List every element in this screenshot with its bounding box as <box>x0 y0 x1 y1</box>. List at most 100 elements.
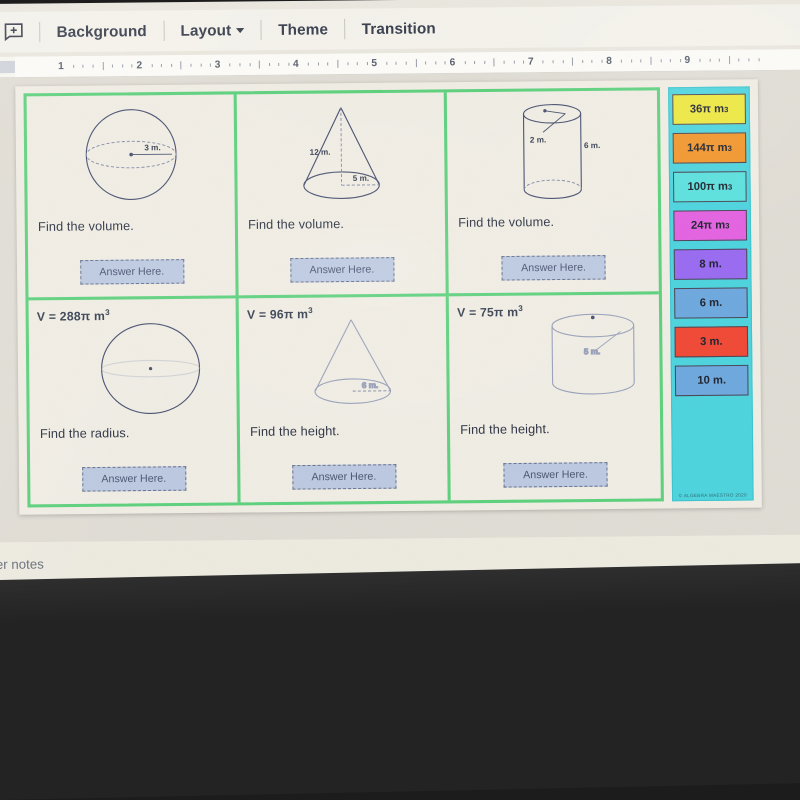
answer-placeholder-5[interactable]: Answer Here. <box>291 464 397 490</box>
answer-bank-tile[interactable]: 144π m3 <box>672 132 747 164</box>
figure-cylinder: 2 m. 6 m. <box>447 92 658 216</box>
toolbar-background-button[interactable]: Background <box>42 16 161 47</box>
ruler-mark: 9 <box>684 54 691 67</box>
ruler-tick <box>356 62 358 66</box>
ruler-tick <box>386 61 388 65</box>
answer-bank-tile-label: 24π m <box>690 219 726 232</box>
answer-bank-tile-exponent: 3 <box>724 104 729 114</box>
answer-bank-tile-label: 144π m <box>687 141 728 155</box>
problem-cell-2[interactable]: 12 m. 5 m. Find the volume. Answer Here. <box>236 92 449 299</box>
ruler-tick <box>513 60 515 64</box>
ruler-tick <box>484 60 486 64</box>
ruler-tick <box>317 62 319 66</box>
ruler-tick <box>180 61 182 70</box>
answer-bank-tile[interactable]: 100π m3 <box>672 171 747 203</box>
ruler-tick <box>660 59 662 63</box>
ruler-tick <box>72 64 75 68</box>
ruler-tick <box>249 63 251 67</box>
ruler-tick <box>552 60 554 64</box>
ruler-tick <box>709 58 711 62</box>
ruler-tick <box>435 61 437 65</box>
problem-prompt-1: Find the volume. <box>37 218 134 235</box>
speaker-notes-placeholder: ker notes <box>0 556 44 573</box>
dimension-label-radius: 5 m. <box>584 347 600 356</box>
figure-cone: 12 m. 5 m. <box>237 94 445 218</box>
ruler-mark: 1 <box>58 60 64 73</box>
ruler-mark: 5 <box>371 57 378 70</box>
ruler-tick <box>288 62 290 66</box>
answer-bank-tile-label: 10 m. <box>697 374 727 387</box>
figure-sphere-plain <box>29 307 237 431</box>
ruler-tick <box>591 59 593 63</box>
toolbar-divider <box>39 21 41 43</box>
copyright-notice: © ALGEBRA MAESTRO 2020 <box>678 492 747 499</box>
figure-cone-faint: 6 m. <box>239 303 447 427</box>
dimension-label-radius: 6 m. <box>361 381 377 390</box>
ruler-tick <box>366 62 368 66</box>
problem-cell-4[interactable]: V = 288π m3 Find the radius. Answer Here… <box>28 298 241 505</box>
answer-placeholder-2[interactable]: Answer Here. <box>289 257 395 283</box>
ruler-tick <box>239 63 241 67</box>
slide-surface[interactable]: 3 m. Find the volume. Answer Here. 12 m.… <box>15 79 762 515</box>
ruler-mark: 4 <box>292 58 299 70</box>
ruler-left-margin <box>0 60 16 74</box>
answer-bank-tile[interactable]: 24π m3 <box>673 209 748 242</box>
toolbar-divider <box>344 18 346 40</box>
new-slide-plus-icon[interactable] <box>2 22 27 43</box>
figure-sphere: 3 m. <box>27 96 235 220</box>
ruler-tick <box>337 59 339 68</box>
ruler-tick <box>630 59 632 63</box>
ruler-mark: 2 <box>136 60 143 72</box>
toolbar-layout-button[interactable]: Layout <box>166 15 259 45</box>
toolbar-transition-label: Transition <box>361 19 436 38</box>
toolbar-transition-button[interactable]: Transition <box>347 13 450 44</box>
ruler-mark: 3 <box>214 59 221 71</box>
ruler-tick <box>670 59 672 63</box>
answer-bank-tile-label: 6 m. <box>699 296 723 310</box>
problem-cell-1[interactable]: 3 m. Find the volume. Answer Here. <box>26 94 239 301</box>
problem-prompt-5: Find the height. <box>250 423 340 440</box>
ruler-tick <box>572 57 574 66</box>
ruler-tick <box>112 64 114 68</box>
problem-cell-6[interactable]: V = 75π m3 5 m. Find the height. Answer … <box>449 294 661 500</box>
answer-bank-tile[interactable]: 3 m. <box>674 326 749 358</box>
laptop-screen: Background Layout Theme Transition 1 2 3 4 5… <box>0 0 800 639</box>
laptop-bezel <box>0 561 800 800</box>
ruler-tick <box>758 58 760 62</box>
answer-bank-tile[interactable]: 10 m. <box>674 364 749 397</box>
ruler-tick <box>601 59 603 63</box>
ruler-tick <box>650 56 652 65</box>
answer-bank-tile[interactable]: 8 m. <box>673 248 748 280</box>
answer-placeholder-3[interactable]: Answer Here. <box>501 255 606 281</box>
ruler-tick <box>679 59 681 63</box>
problem-prompt-3: Find the volume. <box>458 214 555 230</box>
ruler-tick <box>82 64 84 68</box>
problem-cell-3[interactable]: 2 m. 6 m. Find the volume. Answer Here. <box>446 90 659 297</box>
answer-bank[interactable]: 36π m 3 144π m 3 100π m 3 24π m38 m. 6 m. 3 m. 10… <box>668 86 754 502</box>
ruler-tick <box>748 58 750 62</box>
toolbar-background-label: Background <box>56 22 147 41</box>
answer-bank-tile[interactable]: 6 m. <box>674 287 748 319</box>
dimension-label-radius: 2 m. <box>530 135 546 144</box>
answer-placeholder-1[interactable]: Answer Here. <box>79 259 184 285</box>
problem-cell-5[interactable]: V = 96π m3 6 m. Find the height. Answer … <box>238 296 451 503</box>
answer-bank-tile-exponent: 3 <box>725 220 730 230</box>
toolbar-divider <box>260 19 262 41</box>
ruler-tick <box>562 60 564 64</box>
ruler-tick <box>161 63 163 68</box>
ruler-tick <box>268 62 270 67</box>
ruler-tick <box>474 60 476 65</box>
ruler-tick <box>121 64 123 68</box>
ruler-tick <box>640 59 642 63</box>
answer-placeholder-6[interactable]: Answer Here. <box>503 462 608 488</box>
answer-bank-tile[interactable]: 36π m3 <box>672 93 746 125</box>
ruler-tick <box>190 63 192 67</box>
toolbar-theme-button[interactable]: Theme <box>264 14 343 44</box>
ruler-tick <box>307 62 309 66</box>
ruler-tick <box>395 61 398 65</box>
answer-placeholder-4[interactable]: Answer Here. <box>81 466 186 492</box>
toolbar-divider <box>163 20 165 42</box>
ruler-tick <box>327 62 329 66</box>
ruler-tick <box>151 64 153 68</box>
ruler-tick <box>229 63 231 67</box>
